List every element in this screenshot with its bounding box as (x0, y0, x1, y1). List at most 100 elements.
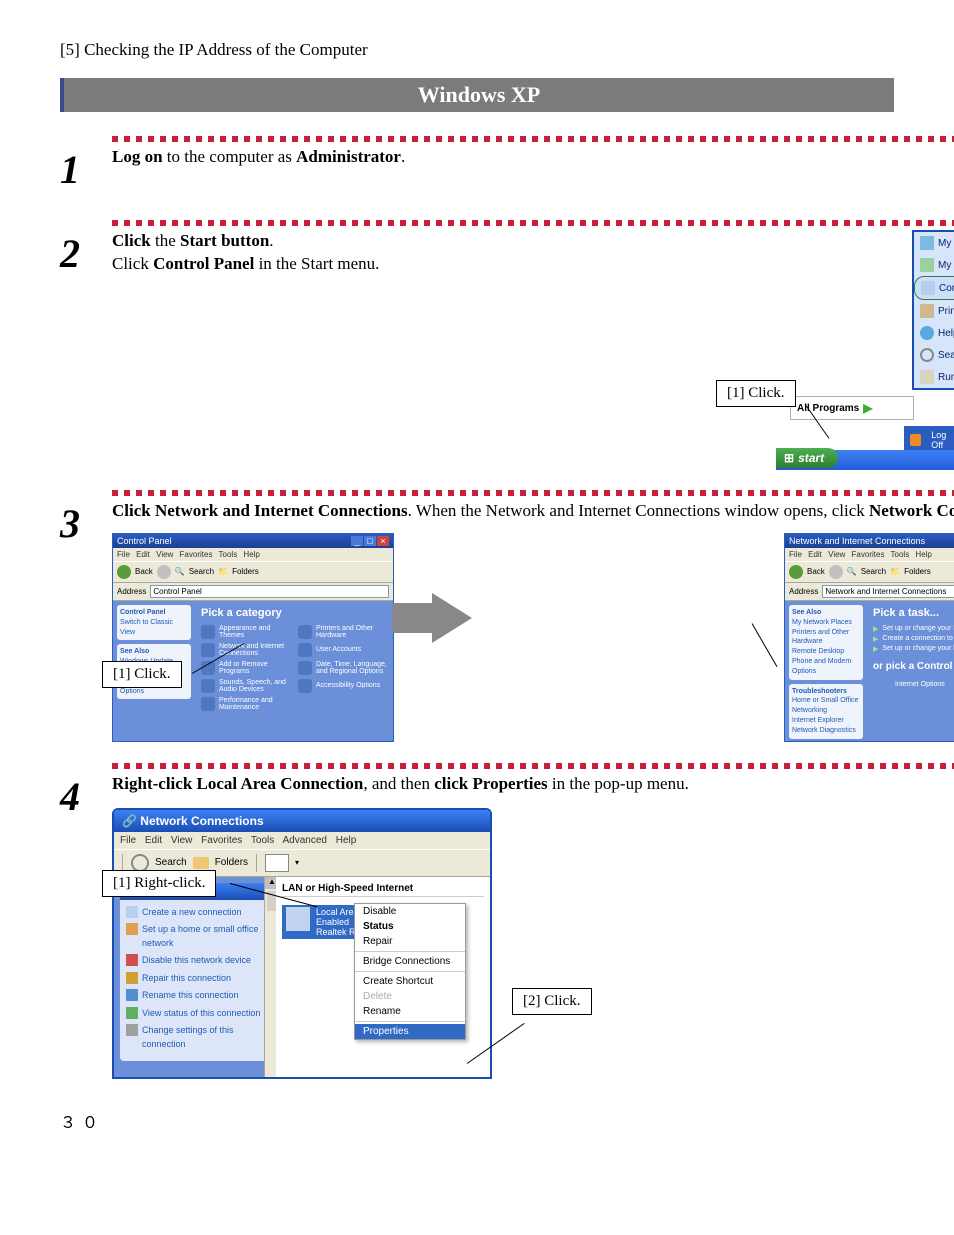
task-view-status[interactable]: View status of this connection (126, 1007, 264, 1021)
task-item[interactable]: ▶Create a connection to the network at y… (873, 635, 954, 643)
start-item-search[interactable]: Search (914, 344, 954, 366)
logoff-icon[interactable] (910, 434, 921, 446)
category-printers[interactable]: Printers and Other Hardware (298, 625, 387, 639)
datetime-icon (298, 661, 312, 675)
settings-icon (126, 1024, 138, 1036)
screenshot-start-menu: My Music My Computer Control Panel Print… (776, 230, 954, 460)
start-item-my-computer[interactable]: My Computer (914, 254, 954, 276)
window-titlebar: 🔗 Network Connections (114, 810, 490, 832)
pick-category-heading: Pick a category (201, 607, 387, 619)
dotted-rule (112, 136, 954, 142)
ctx-bridge[interactable]: Bridge Connections (355, 954, 465, 969)
minimize-button[interactable]: _ (351, 536, 363, 546)
window-title: Control Panel (117, 536, 172, 546)
category-accessibility[interactable]: Accessibility Options (298, 679, 387, 693)
accessibility-icon (298, 679, 312, 693)
run-icon (920, 370, 934, 384)
main-panel: LAN or High-Speed Internet Local Area Co… (276, 877, 490, 1077)
network-icon (201, 643, 215, 657)
arrow-right-icon: ▶ (863, 401, 872, 415)
task-setup-home-net[interactable]: Set up a home or small office network (126, 923, 264, 950)
menu-bar[interactable]: File Edit View Favorites Tools Help (785, 548, 954, 561)
step-number: 1 (60, 136, 96, 190)
troubleshooter-item[interactable]: Internet Explorer (792, 716, 860, 726)
category-datetime[interactable]: Date, Time, Language, and Regional Optio… (298, 661, 387, 675)
troubleshooter-item[interactable]: Network Diagnostics (792, 726, 860, 736)
category-appearance[interactable]: Appearance and Themes (201, 625, 290, 639)
network-connections-category-window: Network and Internet Connections _□× Fil… (784, 533, 954, 742)
category-network[interactable]: Network and Internet Connections (201, 643, 290, 657)
main-panel: Pick a task... ▶Set up or change your In… (867, 601, 954, 741)
close-button[interactable]: × (377, 536, 389, 546)
see-also-item[interactable]: Printers and Other Hardware (792, 628, 860, 648)
side-panel: See Also My Network Places Printers and … (785, 601, 867, 741)
menu-bar[interactable]: File Edit View Favorites Tools Advanced … (114, 832, 490, 849)
category-users[interactable]: User Accounts (298, 643, 387, 657)
folders-icon[interactable] (193, 857, 209, 869)
ctx-shortcut[interactable]: Create Shortcut (355, 974, 465, 989)
ctx-rename[interactable]: Rename (355, 1004, 465, 1019)
start-item-control-panel[interactable]: Control Panel (914, 276, 954, 300)
task-create-connection[interactable]: Create a new connection (126, 906, 264, 920)
task-repair-connection[interactable]: Repair this connection (126, 972, 264, 986)
step-number: 2 (60, 220, 96, 460)
dotted-rule (112, 220, 954, 226)
search-icon[interactable]: 🔍 (175, 567, 185, 576)
task-change-settings[interactable]: Change settings of this connection (126, 1024, 264, 1051)
callout-click-1: [1] Click. (102, 661, 182, 688)
see-also-item[interactable]: My Network Places (792, 618, 860, 628)
category-sounds[interactable]: Sounds, Speech, and Audio Devices (201, 679, 290, 693)
ctx-repair[interactable]: Repair (355, 934, 465, 949)
switch-classic-view[interactable]: Switch to Classic View (120, 618, 188, 638)
see-also-item[interactable]: Remote Desktop (792, 647, 860, 657)
start-item-printers[interactable]: Printers and Faxes (914, 300, 954, 322)
address-input[interactable] (822, 585, 954, 598)
see-also-item[interactable]: Phone and Modem Options (792, 657, 860, 677)
category-addremove[interactable]: Add or Remove Programs (201, 661, 290, 675)
start-item-run[interactable]: Run... (914, 366, 954, 388)
task-item[interactable]: ▶Set up or change your Internet connecti… (873, 625, 954, 633)
forward-button[interactable] (157, 565, 171, 579)
folders-icon[interactable]: 📁 (890, 567, 900, 576)
back-button[interactable] (117, 565, 131, 579)
arrow-right-icon (432, 593, 472, 643)
users-icon (298, 643, 312, 657)
folders-icon[interactable]: 📁 (218, 567, 228, 576)
ctx-status[interactable]: Status (355, 919, 465, 934)
maximize-button[interactable]: □ (364, 536, 376, 546)
troubleshooter-item[interactable]: Home or Small Office Networking (792, 696, 860, 716)
task-item[interactable]: ▶Set up or change your home or small off… (873, 645, 954, 653)
view-mode-button[interactable] (265, 854, 289, 872)
category-performance[interactable]: Performance and Maintenance (201, 697, 290, 711)
search-icon[interactable]: 🔍 (847, 567, 857, 576)
start-item-help[interactable]: Help and Support (914, 322, 954, 344)
task-disable-device[interactable]: Disable this network device (126, 954, 264, 968)
forward-button[interactable] (829, 565, 843, 579)
panel-internet-options[interactable]: Internet Options (873, 676, 945, 694)
ctx-disable[interactable]: Disable (355, 904, 465, 919)
address-bar: Address (785, 583, 954, 601)
menu-bar[interactable]: File Edit View Favorites Tools Help (113, 548, 393, 561)
toolbar: Back 🔍Search 📁Folders (113, 561, 393, 583)
ctx-properties[interactable]: Properties (355, 1024, 465, 1039)
start-item-my-music[interactable]: My Music (914, 232, 954, 254)
task-rename-connection[interactable]: Rename this connection (126, 989, 264, 1003)
context-menu: Disable Status Repair Bridge Connections… (354, 903, 466, 1040)
start-button[interactable]: start (776, 448, 838, 468)
step-4: 4 Right-click Local Area Connection, and… (60, 763, 894, 1079)
callout-click-2: [2] Click. (512, 988, 592, 1015)
status-icon (126, 1007, 138, 1019)
breadcrumb: [5] Checking the IP Address of the Compu… (60, 40, 894, 60)
printers-icon (298, 625, 312, 639)
section-title-bar: Windows XP (60, 78, 894, 112)
window-titlebar: Control Panel _□× (113, 534, 393, 548)
home-network-icon (126, 923, 138, 935)
window-titlebar: Network and Internet Connections _□× (785, 534, 954, 548)
logoff-button[interactable]: Log Off (931, 430, 954, 450)
page-number: ３０ (60, 1109, 894, 1133)
group-header: LAN or High-Speed Internet (282, 883, 484, 897)
address-input[interactable] (150, 585, 389, 598)
ctx-delete: Delete (355, 989, 465, 1004)
back-button[interactable] (789, 565, 803, 579)
window-title: Network and Internet Connections (789, 536, 925, 546)
